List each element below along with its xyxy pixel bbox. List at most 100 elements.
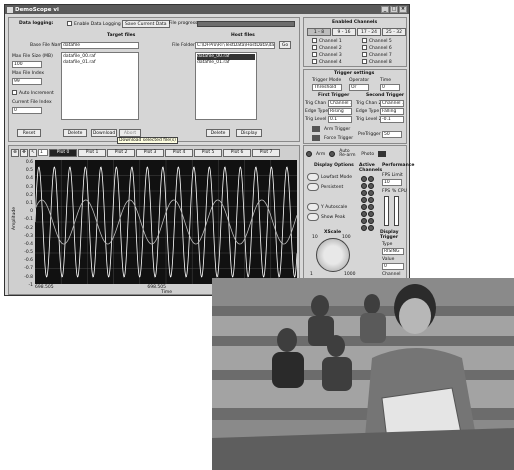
- operator-label: Operator: [349, 78, 370, 83]
- y-autoscale-toggle[interactable]: [307, 203, 319, 211]
- logging-panel: Data logging: Enable Data Logging Save C…: [8, 17, 300, 144]
- channels-panel: Enabled Channels 1 - 8 9 - 16 17 - 24 25…: [303, 17, 407, 67]
- reset-button[interactable]: Reset: [17, 129, 41, 137]
- list-item[interactable]: datafile_01.raf: [197, 60, 255, 66]
- tab-plot-1[interactable]: Plot 1: [78, 148, 106, 157]
- channel-box[interactable]: [312, 38, 317, 43]
- channel-checkbox[interactable]: Channel 7: [362, 52, 392, 59]
- base-name-input[interactable]: datafile: [61, 42, 139, 49]
- channel-led-icon: [368, 183, 374, 189]
- save-current-data-button[interactable]: Save Current Data: [122, 20, 170, 28]
- time-input[interactable]: 0: [380, 84, 400, 91]
- channel-checkbox[interactable]: Channel 1: [312, 38, 342, 45]
- current-index-input[interactable]: 0: [12, 107, 42, 114]
- tab-plot-6[interactable]: Plot 6: [223, 148, 251, 157]
- channel-box[interactable]: [312, 52, 317, 57]
- delete-target-button[interactable]: Delete: [63, 129, 87, 137]
- file-folder-input[interactable]: C:\DFPro\RT\TestData\HostData\data: [195, 42, 275, 49]
- zoom-icon[interactable]: ⊕: [11, 148, 19, 157]
- arm-trigger-icon[interactable]: [312, 126, 320, 132]
- tab-plot-0[interactable]: Plot 0: [49, 148, 77, 157]
- channel-checkbox[interactable]: Channel 6: [362, 45, 392, 52]
- target-file-list[interactable]: datafile_00.raf datafile_01.raf: [61, 52, 139, 120]
- auto-increment-checkbox[interactable]: Auto Increment: [12, 90, 54, 96]
- channel-checkbox[interactable]: Channel 3: [312, 52, 342, 59]
- minimize-icon[interactable]: _: [381, 6, 389, 13]
- oscilloscope-plot[interactable]: [35, 160, 297, 284]
- plot-count-input[interactable]: 1: [38, 149, 48, 156]
- host-file-list[interactable]: datafile_00.raf datafile_01.raf: [195, 52, 257, 120]
- tab-plot-7[interactable]: Plot 7: [252, 148, 280, 157]
- camera-icon[interactable]: [378, 151, 387, 157]
- option-y-autoscale[interactable]: Y Autoscale: [307, 202, 357, 212]
- fps-limit-input[interactable]: 10: [382, 179, 402, 186]
- show-peak-toggle[interactable]: [307, 213, 319, 221]
- tab-plot-5[interactable]: Plot 5: [194, 148, 222, 157]
- edge-type-1-select[interactable]: Rising: [328, 108, 352, 115]
- trigger-mode-select[interactable]: Threshold: [312, 84, 342, 91]
- delete-host-button[interactable]: Delete: [206, 129, 230, 137]
- tab-channels-1-8[interactable]: 1 - 8: [307, 28, 331, 36]
- channel-box[interactable]: [312, 59, 317, 64]
- edge-type-2-select[interactable]: Falling: [380, 108, 404, 115]
- trig-level-2-input[interactable]: -0.1: [380, 116, 404, 123]
- maximize-icon[interactable]: □: [390, 6, 398, 13]
- lowfast-toggle[interactable]: [307, 173, 319, 181]
- max-size-input[interactable]: 100: [12, 61, 42, 68]
- arm-led-icon[interactable]: [306, 151, 312, 157]
- list-item[interactable]: datafile_01.raf: [63, 60, 137, 66]
- y-tick-label: 0.2: [25, 192, 33, 198]
- persistent-toggle[interactable]: [307, 183, 319, 191]
- tab-channels-25-32[interactable]: 25 - 32: [382, 28, 406, 36]
- enable-logging-checkbox[interactable]: Enable Data Logging: [67, 21, 121, 27]
- channel-checkbox[interactable]: Channel 2: [312, 45, 342, 52]
- go-button[interactable]: Go: [279, 41, 291, 49]
- cursor-icon[interactable]: ↖: [29, 148, 37, 157]
- channel-box[interactable]: [362, 45, 367, 50]
- channel-box[interactable]: [362, 38, 367, 43]
- close-icon[interactable]: ×: [399, 6, 407, 13]
- option-lowfast[interactable]: Lowfast Mode: [307, 172, 357, 182]
- display-button[interactable]: Display: [236, 129, 262, 137]
- pretrigger-label: PreTrigger: [358, 132, 381, 137]
- tab-plot-2[interactable]: Plot 2: [107, 148, 135, 157]
- enable-logging-box[interactable]: [67, 21, 72, 26]
- force-trigger-icon[interactable]: [312, 135, 320, 141]
- samples-knob[interactable]: [316, 238, 350, 272]
- active-channel-leds: [361, 176, 374, 231]
- channel-checkbox[interactable]: Channel 8: [362, 59, 392, 66]
- tab-channels-9-16[interactable]: 9 - 16: [332, 28, 356, 36]
- value-input[interactable]: 0: [382, 263, 404, 270]
- download-button[interactable]: Download: [91, 129, 117, 137]
- channel-checkbox[interactable]: Channel 5: [362, 38, 392, 45]
- pretrigger-input[interactable]: 50: [382, 131, 402, 138]
- active-channels-header: Active Channels: [359, 163, 383, 173]
- channel-led-icon: [368, 204, 374, 210]
- channel-checkbox[interactable]: Channel 4: [312, 59, 342, 66]
- max-index-label: Max File Index: [12, 71, 45, 76]
- trig-chan-2-select[interactable]: Channel 1: [380, 100, 404, 107]
- type-input[interactable]: RISING: [382, 248, 404, 255]
- tab-channels-17-24[interactable]: 17 - 24: [357, 28, 381, 36]
- y-tick-label: -0.5: [24, 250, 33, 256]
- channel-box[interactable]: [362, 59, 367, 64]
- auto-rearm-led-icon[interactable]: [329, 151, 336, 157]
- option-persistent[interactable]: Persistent: [307, 182, 357, 192]
- auto-increment-box[interactable]: [12, 90, 17, 95]
- tab-plot-4[interactable]: Plot 4: [165, 148, 193, 157]
- fps-label: FPS: [382, 189, 391, 194]
- force-trigger-label: Force Trigger: [324, 136, 354, 141]
- trig-level-1-input[interactable]: 0.1: [328, 116, 352, 123]
- abort-button[interactable]: Abort: [119, 129, 141, 137]
- pan-icon[interactable]: ✥: [20, 148, 28, 157]
- channel-box[interactable]: [312, 45, 317, 50]
- max-index-input[interactable]: 99: [12, 78, 42, 85]
- trig-chan-1-select[interactable]: Channel 1: [328, 100, 352, 107]
- operator-select[interactable]: Or: [349, 84, 369, 91]
- cpu-meter: [394, 196, 399, 226]
- option-spacer: [307, 192, 357, 202]
- tab-plot-3[interactable]: Plot 3: [136, 148, 164, 157]
- display-options-header: Display Options: [314, 163, 354, 168]
- option-show-peak[interactable]: Show Peak: [307, 212, 357, 222]
- channel-box[interactable]: [362, 52, 367, 57]
